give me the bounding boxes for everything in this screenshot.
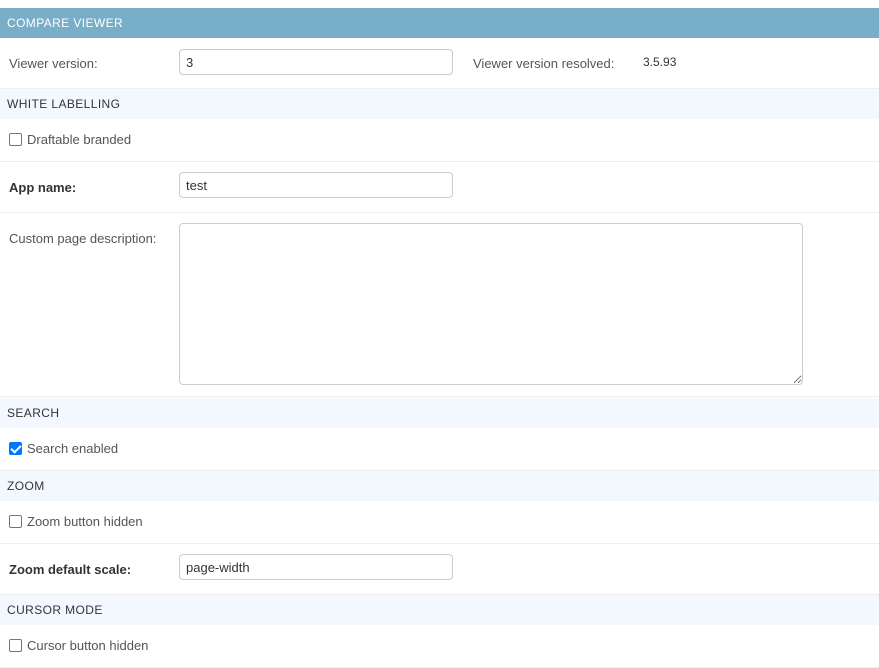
- search-enabled-checkbox[interactable]: [9, 442, 22, 455]
- section-search: SEARCH: [0, 398, 879, 428]
- search-enabled-label: Search enabled: [27, 441, 119, 456]
- zoom-button-hidden-checkbox-wrap[interactable]: Zoom button hidden: [9, 514, 143, 529]
- cursor-button-hidden-checkbox-wrap[interactable]: Cursor button hidden: [9, 638, 148, 653]
- app-name-label: App name:: [9, 180, 77, 195]
- search-enabled-checkbox-wrap[interactable]: Search enabled: [9, 441, 118, 456]
- zoom-default-scale-input[interactable]: [179, 554, 453, 580]
- section-zoom: ZOOM: [0, 471, 879, 501]
- app-name-input[interactable]: [179, 172, 453, 198]
- viewer-version-label: Viewer version:: [9, 56, 98, 71]
- section-white-labelling: WHITE LABELLING: [0, 89, 879, 119]
- zoom-default-scale-label: Zoom default scale:: [9, 562, 132, 577]
- draftable-branded-label: Draftable branded: [27, 132, 132, 147]
- viewer-version-resolved-label: Viewer version resolved:: [473, 56, 615, 71]
- viewer-version-input[interactable]: [179, 49, 453, 75]
- cursor-button-hidden-label: Cursor button hidden: [27, 638, 149, 653]
- custom-page-description-label: Custom page description:: [9, 231, 157, 246]
- cursor-button-hidden-checkbox[interactable]: [9, 639, 22, 652]
- custom-page-description-textarea[interactable]: [179, 223, 803, 385]
- draftable-branded-row: [0, 119, 879, 162]
- section-cursor-mode: CURSOR MODE: [0, 595, 879, 625]
- zoom-button-hidden-checkbox[interactable]: [9, 515, 22, 528]
- zoom-button-hidden-label: Zoom button hidden: [27, 514, 143, 529]
- search-enabled-row: [0, 428, 879, 471]
- module-header: COMPARE VIEWER: [0, 8, 879, 38]
- viewer-version-resolved-value: 3.5.93: [643, 55, 677, 69]
- draftable-branded-checkbox-wrap[interactable]: Draftable branded: [9, 132, 131, 147]
- draftable-branded-checkbox[interactable]: [9, 133, 22, 146]
